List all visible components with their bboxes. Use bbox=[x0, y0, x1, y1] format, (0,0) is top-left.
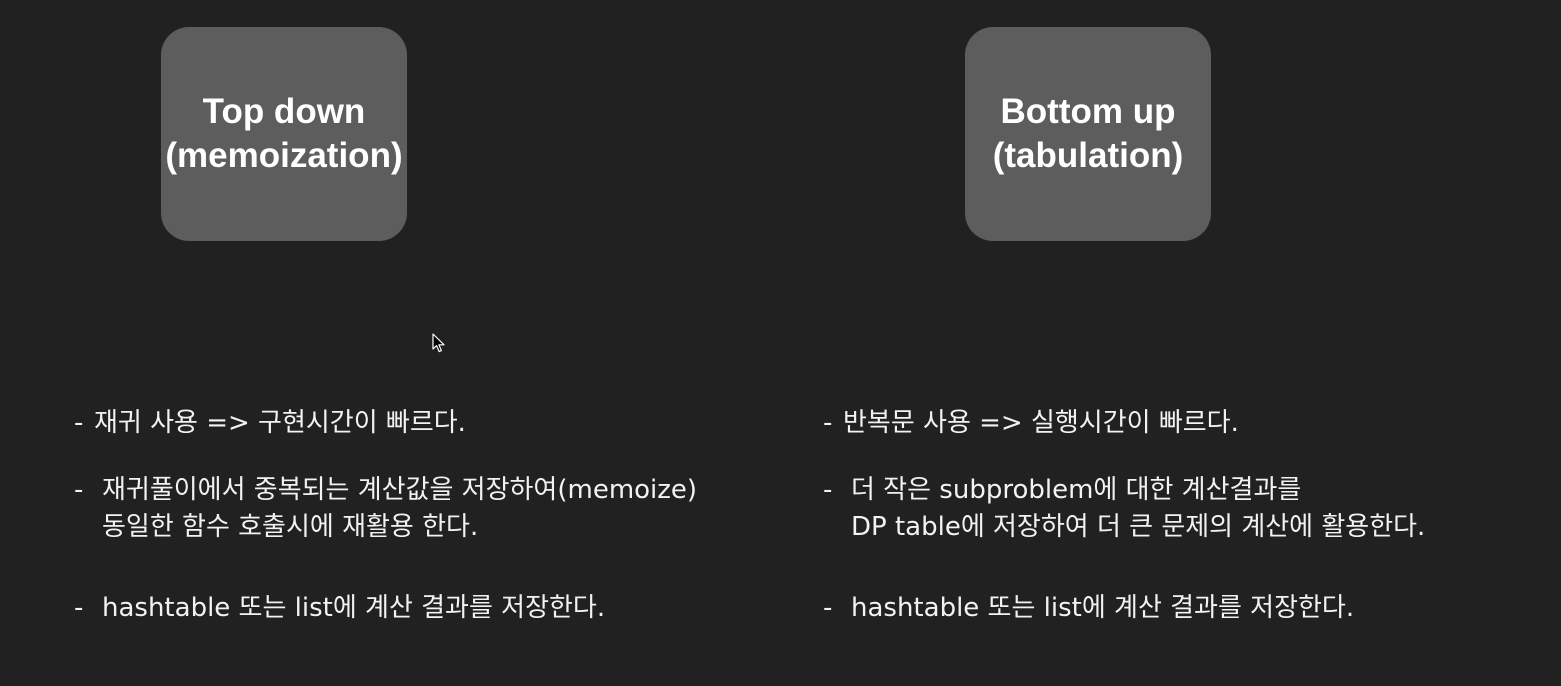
mouse-cursor-icon bbox=[432, 333, 445, 353]
bottom-up-point-3: - hashtable 또는 list에 계산 결과를 저장한다. bbox=[823, 590, 1354, 627]
top-down-box: Top down (memoization) bbox=[161, 27, 407, 241]
bottom-up-point-2: -더 작은 subproblem에 대한 계산결과를 DP table에 저장하여… bbox=[823, 472, 1425, 546]
bottom-up-title: Bottom up (tabulation) bbox=[993, 90, 1184, 178]
bullet-dash: - bbox=[823, 475, 833, 505]
top-down-point-1: - 재귀 사용 => 구현시간이 빠르다. bbox=[74, 405, 466, 442]
top-down-title: Top down (memoization) bbox=[165, 90, 402, 178]
bottom-up-point-3-line1: hashtable 또는 list에 계산 결과를 저장한다. bbox=[851, 593, 1355, 623]
top-down-point-2: - 재귀풀이에서 중복되는 계산값을 저장하여(memoize) 동일한 함수 호출… bbox=[74, 472, 697, 546]
top-down-point-2-line1: 재귀풀이에서 중복되는 계산값을 저장하여(memoize) bbox=[102, 475, 698, 505]
bullet-dash: - bbox=[823, 408, 833, 438]
bullet-dash: - bbox=[74, 408, 84, 438]
bottom-up-title-line1: Bottom up bbox=[1000, 92, 1176, 131]
bullet-dash: - bbox=[74, 593, 84, 623]
bottom-up-box: Bottom up (tabulation) bbox=[965, 27, 1211, 241]
slide-canvas: Top down (memoization) Bottom up (tabula… bbox=[0, 0, 1561, 686]
bullet-dash: - bbox=[823, 593, 833, 623]
bottom-up-point-1: - 반복문 사용 => 실행시간이 빠르다. bbox=[823, 405, 1239, 442]
bottom-up-point-2-line1: 더 작은 subproblem에 대한 계산결과를 bbox=[851, 475, 1302, 505]
top-down-point-3: - hashtable 또는 list에 계산 결과를 저장한다. bbox=[74, 590, 605, 627]
bottom-up-point-2-line2: DP table에 저장하여 더 큰 문제의 계산에 활용한다. bbox=[851, 512, 1426, 542]
top-down-title-line1: Top down bbox=[202, 92, 366, 131]
bottom-up-point-1-line1: 반복문 사용 => 실행시간이 빠르다. bbox=[843, 408, 1239, 438]
top-down-point-3-line1: hashtable 또는 list에 계산 결과를 저장한다. bbox=[102, 593, 606, 623]
top-down-point-2-line2: 동일한 함수 호출시에 재활용 한다. bbox=[102, 512, 479, 542]
bottom-up-title-line2: (tabulation) bbox=[992, 136, 1184, 175]
top-down-title-line2: (memoization) bbox=[165, 136, 403, 175]
bullet-dash: - bbox=[74, 475, 84, 505]
top-down-point-1-line1: 재귀 사용 => 구현시간이 빠르다. bbox=[94, 408, 466, 438]
